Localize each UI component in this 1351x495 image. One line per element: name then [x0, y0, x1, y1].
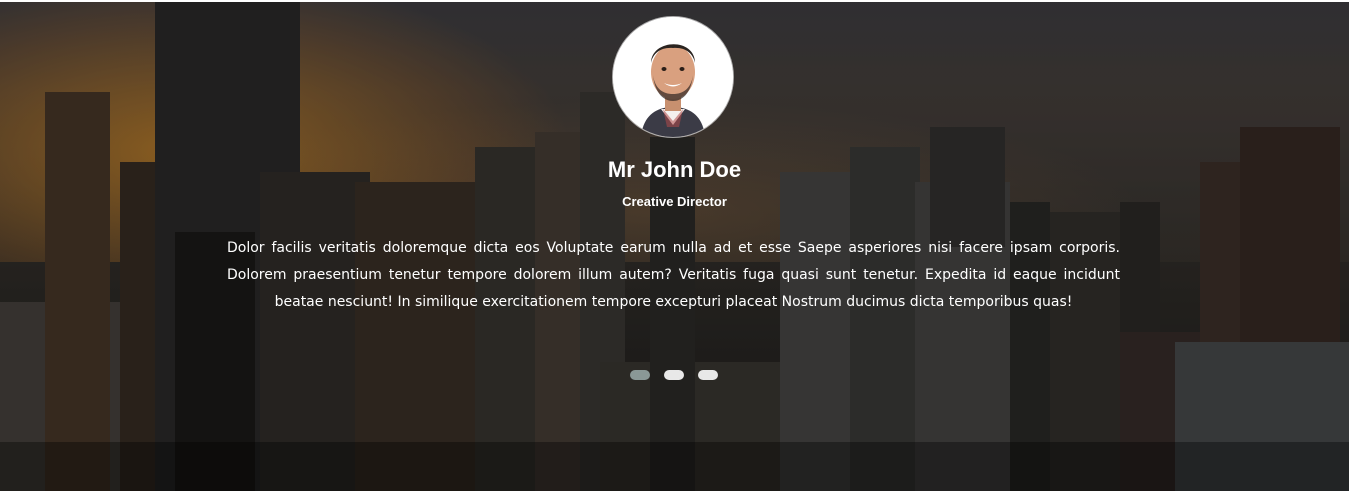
slider-dot-2[interactable] [664, 370, 684, 380]
testimonial-quote: Dolor facilis veritatis doloremque dicta… [227, 240, 1120, 310]
slider-pagination [630, 370, 718, 380]
avatar [613, 17, 733, 137]
slider-dot-1[interactable] [630, 370, 650, 380]
person-portrait-icon [613, 17, 733, 137]
testimonial-hero-section: Mr John Doe Creative Director Dolor faci… [0, 2, 1349, 491]
slider-dot-3[interactable] [698, 370, 718, 380]
person-role: Creative Director [622, 194, 727, 209]
testimonial-content: Mr John Doe Creative Director Dolor faci… [0, 2, 1349, 491]
person-name: Mr John Doe [607, 157, 742, 182]
